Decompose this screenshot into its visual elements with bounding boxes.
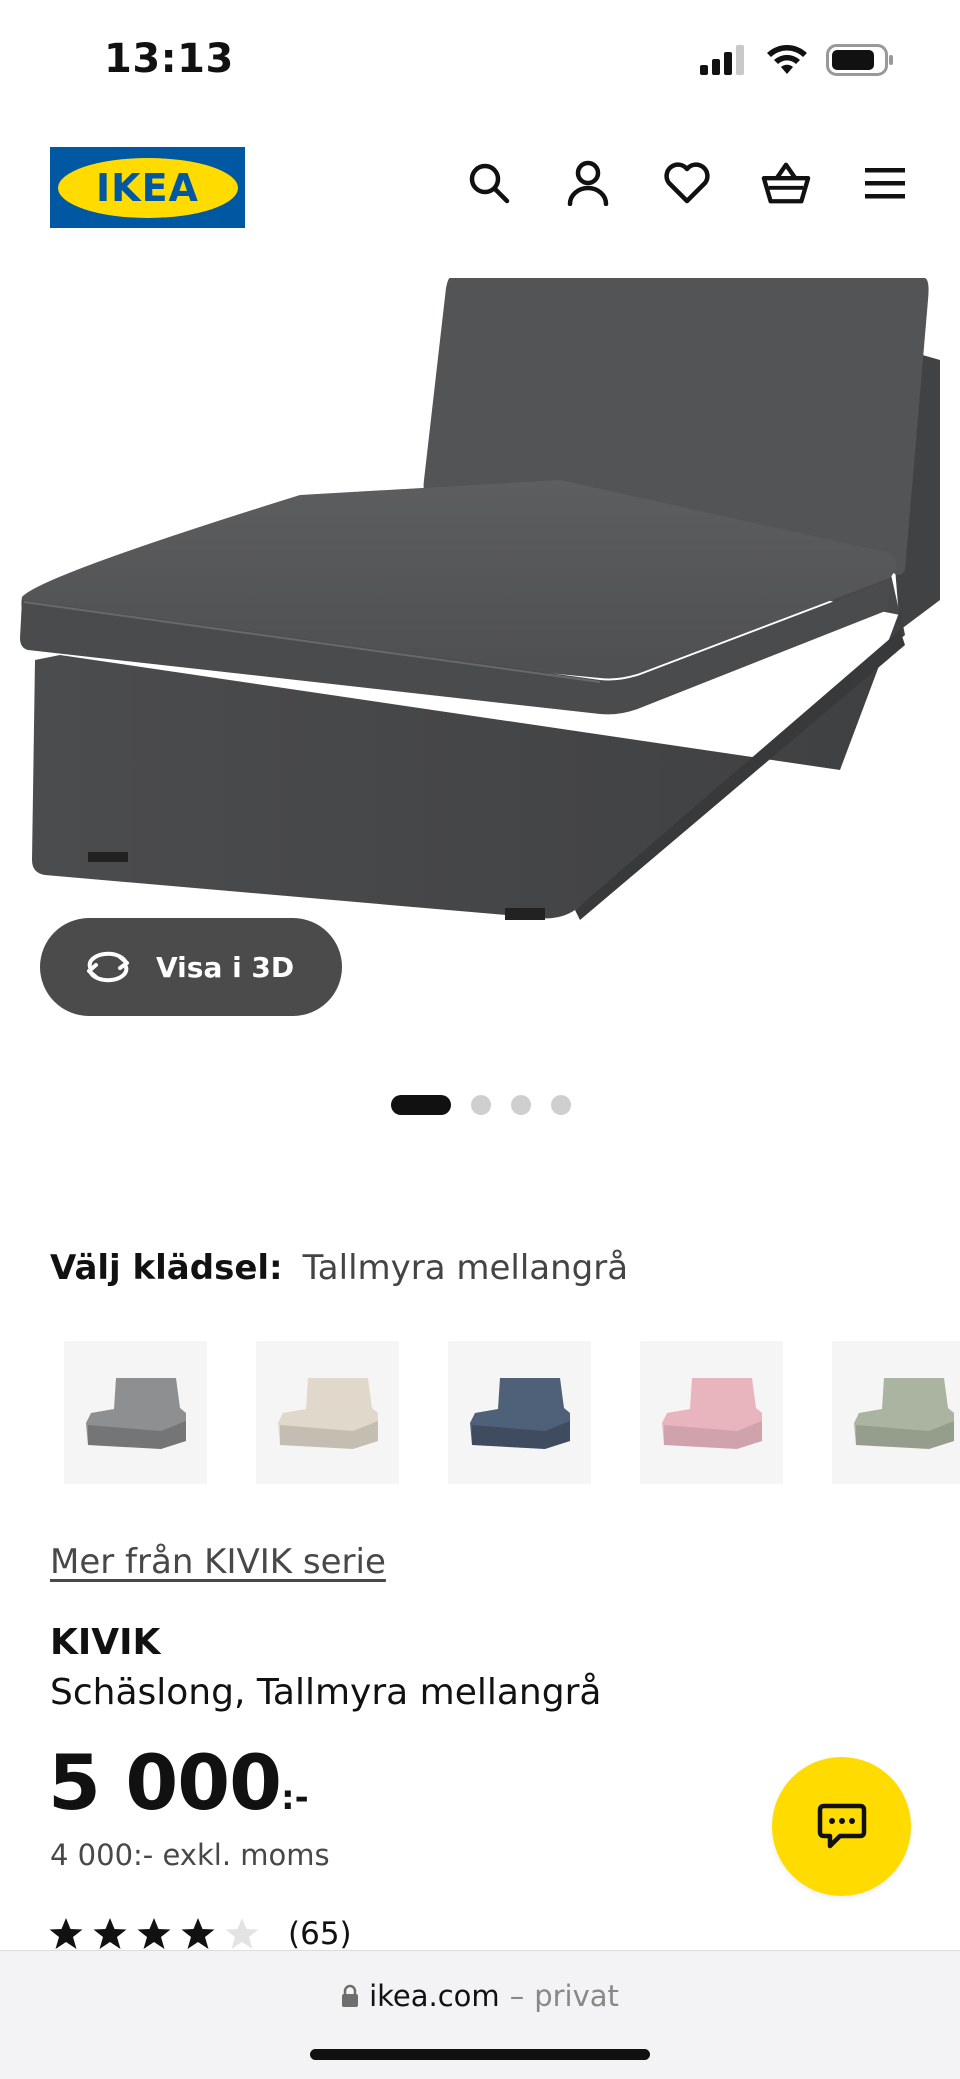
product-description: Schäslong, Tallmyra mellangrå [50,1672,602,1713]
product-price: 5 000 :- [48,1738,309,1827]
view-3d-button[interactable]: Visa i 3D [40,918,342,1016]
logo-text: IKEA [96,165,199,210]
rating-count: (65) [288,1916,352,1952]
browsing-mode: privat [534,1979,619,2013]
fabric-label: Välj klädsel: [50,1248,283,1288]
product-rating[interactable]: (65) [48,1916,352,1952]
wifi-icon [767,45,807,74]
price-suffix: :- [280,1778,309,1818]
fabric-selected-value: Tallmyra mellangrå [302,1248,629,1288]
address-bar[interactable]: ikea.com – privat [0,1979,960,2013]
status-icons [700,44,894,76]
carousel-dot-3[interactable] [511,1095,531,1115]
site-header: IKEA [0,120,960,270]
star-filled-icon [49,1918,83,1949]
rotate-3d-icon [87,951,129,983]
battery-icon [826,44,893,76]
logo-oval: IKEA [57,157,238,218]
carousel-dots [391,1095,571,1115]
series-link[interactable]: Mer från KIVIK serie [50,1542,386,1582]
star-filled-icon [137,1918,171,1949]
star-filled-icon [93,1918,127,1949]
menu-icon[interactable] [860,158,910,208]
header-actions [464,158,910,208]
star-filled-icon [181,1918,215,1949]
account-icon[interactable] [563,158,613,208]
url-separator: – [509,1979,525,2013]
cart-icon[interactable] [761,158,811,208]
view-3d-label: Visa i 3D [156,950,295,984]
url-domain: ikea.com [369,1979,500,2013]
fabric-swatch[interactable] [448,1341,591,1484]
star-empty-icon [225,1918,259,1949]
cellular-signal-icon [700,45,744,75]
home-indicator[interactable] [310,2049,650,2060]
fabric-swatch[interactable] [256,1341,399,1484]
price-value: 5 000 [48,1738,282,1827]
carousel-dot-1[interactable] [391,1095,451,1115]
fabric-swatch[interactable] [640,1341,783,1484]
heart-icon[interactable] [662,158,712,208]
ikea-logo[interactable]: IKEA [50,147,245,228]
status-bar: 13:13 [0,0,960,120]
fabric-swatch[interactable] [832,1341,960,1484]
fabric-swatches [64,1341,960,1485]
fabric-swatch[interactable] [64,1341,207,1484]
status-time: 13:13 [104,36,234,82]
product-name: KIVIK [50,1622,161,1663]
rating-stars [48,1917,260,1951]
browser-bottom-bar: ikea.com – privat [0,1950,960,2079]
chat-icon [817,1803,866,1848]
search-icon[interactable] [464,158,514,208]
carousel-dot-2[interactable] [471,1095,491,1115]
fabric-selection: Välj klädsel: Tallmyra mellangrå [50,1248,628,1288]
chat-button[interactable] [772,1757,911,1896]
lock-icon [342,1984,359,2007]
carousel-dot-4[interactable] [551,1095,571,1115]
price-excl-vat: 4 000:- exkl. moms [50,1838,330,1872]
